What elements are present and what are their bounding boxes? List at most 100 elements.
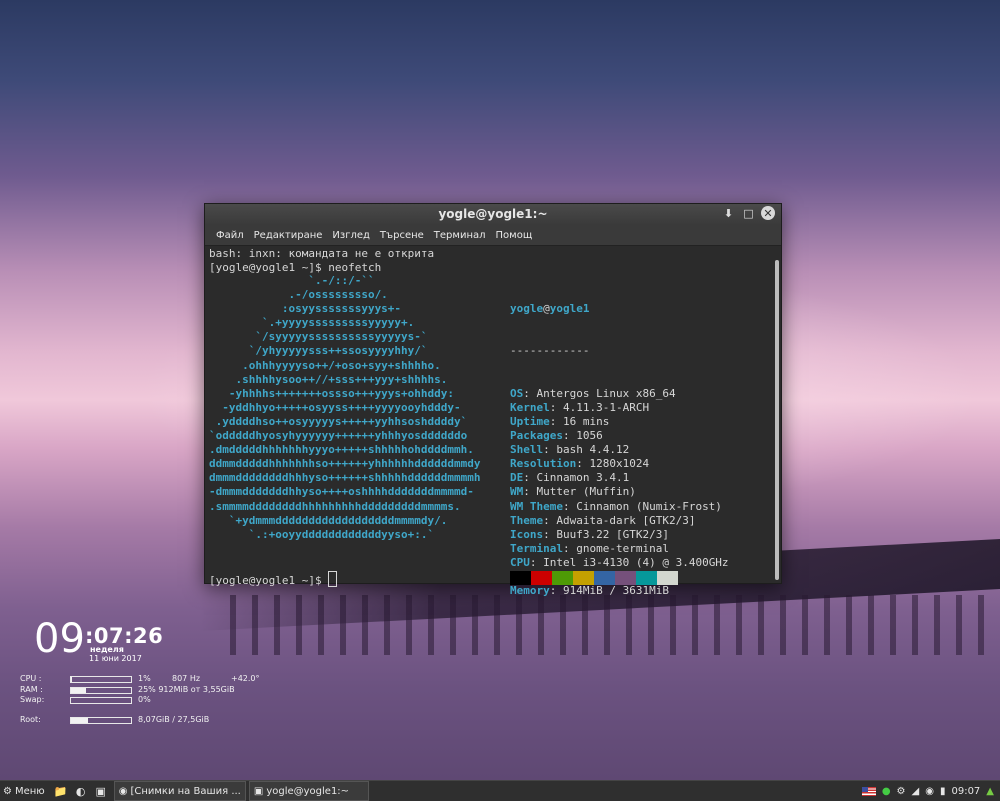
info-value: 1056 bbox=[576, 429, 603, 443]
info-user: yogle bbox=[510, 302, 544, 316]
menu-search[interactable]: Търсене bbox=[375, 230, 429, 241]
ascii-line: dmmmddddddddhhhyso++++++shhhhhddddddmmmm… bbox=[209, 471, 481, 485]
terminal-output[interactable]: bash: inxn: командата не е открита [yogl… bbox=[205, 246, 773, 597]
ascii-line: :osyysssssssyyys+- bbox=[209, 302, 402, 316]
settings-icon[interactable]: ⚙ bbox=[897, 786, 906, 797]
info-row: Terminal: gnome-terminal bbox=[510, 541, 669, 555]
info-value: Adwaita-dark [GTK2/3] bbox=[556, 513, 696, 527]
monitor-value: 807 Hz bbox=[172, 674, 201, 683]
ascii-line: -dmmmdddddddhhyso++++oshhhhdddddddmmmmd- bbox=[209, 485, 474, 499]
info-key: Resolution bbox=[510, 457, 577, 471]
ascii-line: `.+yyyysssssssssyyyyy+. bbox=[209, 316, 415, 330]
monitor-value: +42.0° bbox=[231, 674, 260, 683]
ram-bar bbox=[70, 687, 132, 694]
info-key: OS bbox=[510, 386, 524, 400]
palette-swatch bbox=[657, 571, 678, 585]
swap-bar bbox=[70, 697, 132, 704]
menu-view[interactable]: Изглед bbox=[327, 230, 375, 241]
window-titlebar[interactable]: yogle@yogle1:~ ⬇ □ ✕ bbox=[205, 204, 781, 225]
info-row: WM: Mutter (Muffin) bbox=[510, 485, 636, 499]
info-row: CPU: Intel i3-4130 (4) @ 3.400GHz bbox=[510, 555, 729, 569]
clock-hour: 09 bbox=[34, 616, 85, 662]
info-row: Uptime: 16 mins bbox=[510, 414, 610, 428]
minimize-icon[interactable]: ⬇ bbox=[721, 206, 736, 221]
clock-date: 11 юни 2017 bbox=[89, 654, 142, 663]
ascii-line: .shhhhysoo++//+sss+++yyy+shhhhs. bbox=[209, 372, 448, 386]
screenshot-icon: ◉ bbox=[118, 785, 128, 797]
info-row: Theme: Adwaita-dark [GTK2/3] bbox=[510, 513, 696, 527]
monitor-label: Swap: bbox=[20, 695, 45, 704]
monitor-label: CPU : bbox=[20, 674, 42, 683]
battery-icon[interactable]: ▮ bbox=[940, 786, 946, 797]
menu-terminal[interactable]: Терминал bbox=[429, 230, 491, 241]
info-row: Resolution: 1280x1024 bbox=[510, 457, 650, 471]
ascii-line: .ohhhyyyyso++/+oso+syy+shhhho. bbox=[209, 358, 441, 372]
task-screenshot[interactable]: ◉ [Снимки на Вашия ... bbox=[113, 781, 246, 801]
system-tray: ● ⚙ ◢ ◉ ▮ 09:07 ▲ bbox=[861, 786, 1000, 797]
files-launcher-icon[interactable]: 📁 bbox=[53, 783, 69, 799]
ascii-line: .dmdddddhhhhhhhyyyo+++++shhhhhohddddmmh. bbox=[209, 443, 474, 457]
task-terminal[interactable]: ▣ yogle@yogle1:~ bbox=[248, 781, 369, 801]
ascii-line: `.-/::/-`` bbox=[209, 274, 375, 287]
menu-file[interactable]: Файл bbox=[211, 230, 249, 241]
menu-button[interactable]: ⚙ Меню bbox=[0, 786, 51, 797]
terminal-icon: ▣ bbox=[253, 785, 264, 797]
info-value: Cinnamon 3.4.1 bbox=[536, 471, 630, 485]
palette-swatch bbox=[510, 571, 531, 585]
info-value: 1280x1024 bbox=[589, 457, 650, 471]
network-icon[interactable]: ◢ bbox=[912, 786, 920, 797]
info-row: OS: Antergos Linux x86_64 bbox=[510, 386, 676, 400]
info-key: Icons bbox=[510, 527, 544, 541]
info-key: Shell bbox=[510, 443, 544, 457]
keyboard-layout-flag-icon[interactable] bbox=[861, 786, 876, 796]
clock-weekday: неделя bbox=[90, 645, 124, 654]
color-palette bbox=[510, 571, 678, 585]
monitor-value: 25% 912MiB от 3,55GiB bbox=[138, 685, 235, 694]
browser-launcher-icon[interactable]: ◐ bbox=[73, 783, 89, 799]
info-key: WM Theme bbox=[510, 499, 563, 513]
info-row: Packages: 1056 bbox=[510, 429, 603, 443]
info-row: Shell: bash 4.4.12 bbox=[510, 443, 630, 457]
ascii-line: ddmmdddddhhhhhhhso++++++yhhhhhhddddddmmd… bbox=[209, 457, 481, 471]
ascii-line: `.:+ooyyddddddddddddyyso+:.` bbox=[209, 527, 435, 541]
info-host: yogle1 bbox=[549, 302, 590, 316]
root-bar bbox=[70, 717, 132, 724]
palette-swatch bbox=[594, 571, 615, 585]
palette-swatch bbox=[615, 571, 636, 585]
prompt-text: [yogle@yogle1 ~]$ bbox=[209, 574, 329, 587]
info-value: 16 mins bbox=[563, 414, 610, 428]
maximize-icon[interactable]: □ bbox=[741, 206, 756, 221]
info-value: Intel i3-4130 (4) @ 3.400GHz bbox=[543, 555, 729, 569]
terminal-menubar: Файл Редактиране Изглед Търсене Терминал… bbox=[205, 225, 781, 246]
notification-icon[interactable]: ▲ bbox=[986, 786, 994, 797]
info-value: Antergos Linux x86_64 bbox=[536, 386, 676, 400]
monitor-label: RAM : bbox=[20, 685, 43, 694]
prompt-line[interactable]: [yogle@yogle1 ~]$ bbox=[209, 571, 338, 588]
info-value: Mutter (Muffin) bbox=[536, 485, 636, 499]
ascii-line: `+ydmmmddddddddddddddddddmmmmdy/. bbox=[209, 513, 448, 527]
palette-swatch bbox=[636, 571, 657, 585]
menu-help[interactable]: Помощ bbox=[491, 230, 538, 241]
info-row: Icons: Buuf3.22 [GTK2/3] bbox=[510, 527, 669, 541]
palette-swatch bbox=[531, 571, 552, 585]
task-label: [Снимки на Вашия ... bbox=[130, 785, 241, 797]
info-key: Theme bbox=[510, 513, 544, 527]
volume-icon[interactable]: ◉ bbox=[925, 786, 934, 797]
info-row: WM Theme: Cinnamon (Numix-Frost) bbox=[510, 499, 722, 513]
system-info: yogle@yogle1 ------------ OS: Antergos L… bbox=[510, 274, 729, 598]
ghost-icon[interactable]: ● bbox=[882, 786, 891, 797]
ascii-line: .-/osssssssso/. bbox=[209, 288, 388, 302]
info-value: Cinnamon (Numix-Frost) bbox=[576, 499, 722, 513]
menu-edit[interactable]: Редактиране bbox=[249, 230, 328, 241]
terminal-window[interactable]: yogle@yogle1:~ ⬇ □ ✕ Файл Редактиране Из… bbox=[204, 203, 782, 597]
close-icon[interactable]: ✕ bbox=[761, 206, 775, 220]
scrollbar[interactable] bbox=[775, 260, 779, 580]
info-key: WM bbox=[510, 485, 524, 499]
monitor-value: 0% bbox=[138, 695, 151, 704]
task-label: yogle@yogle1:~ bbox=[266, 785, 350, 797]
terminal-launcher-icon[interactable]: ▣ bbox=[93, 783, 109, 799]
ascii-line: -yddhhyo+++++osyyss++++yyyyooyhdddy- bbox=[209, 400, 461, 414]
info-key: DE bbox=[510, 471, 524, 485]
clock-time[interactable]: 09:07 bbox=[951, 786, 980, 797]
output-line: bash: inxn: командата не е открита bbox=[209, 247, 435, 260]
